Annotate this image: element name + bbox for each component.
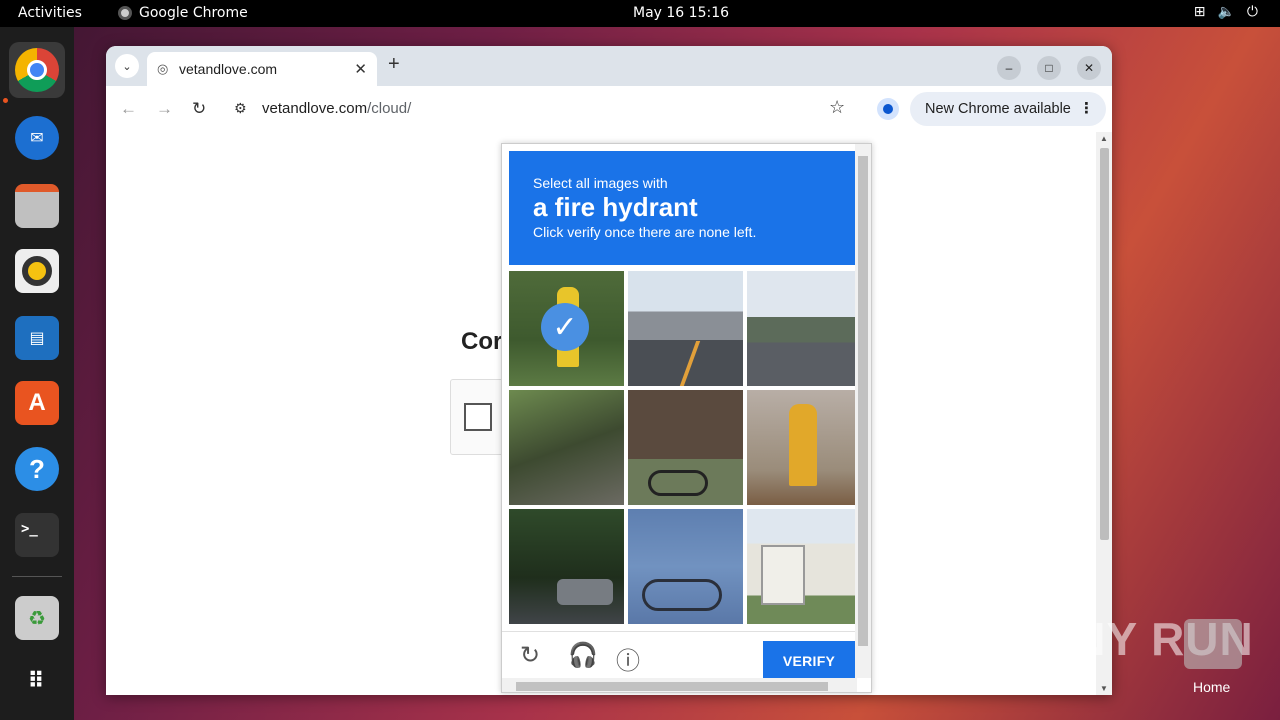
dock-app-grid[interactable]: ⠿ [9, 653, 65, 709]
dock-thunderbird[interactable]: ✉ [9, 110, 65, 166]
globe-icon: ◎ [157, 61, 169, 76]
dock-trash[interactable]: ♻ [9, 590, 65, 646]
system-tray[interactable]: ⊞ 🔈 ⏻ [1194, 4, 1258, 20]
clock[interactable]: May 16 15:16 [633, 5, 729, 21]
running-indicator [3, 98, 8, 103]
trash-icon: ♻ [15, 596, 59, 640]
scroll-down-icon[interactable]: ▼ [1100, 684, 1108, 693]
thunderbird-icon: ✉ [15, 116, 59, 160]
tab-strip: ⌄ ◎ vetandlove.com ✕ + – □ ✕ [106, 46, 1112, 86]
minimize-button[interactable]: – [997, 56, 1021, 80]
captcha-tile[interactable] [509, 390, 624, 505]
reload-icon[interactable]: ↻ [192, 99, 206, 119]
files-icon [15, 184, 59, 228]
update-label: New Chrome available [925, 101, 1071, 117]
scroll-thumb[interactable] [1100, 148, 1109, 540]
info-icon[interactable]: ⓘ [616, 641, 640, 676]
forward-icon[interactable]: → [156, 99, 173, 119]
audio-challenge-icon[interactable]: 🎧 [568, 641, 598, 670]
tab-title: vetandlove.com [179, 61, 278, 77]
home-folder-icon[interactable] [1184, 619, 1242, 669]
page-heading: Cor [461, 328, 503, 355]
captcha-prompt: Select all images with a fire hydrant Cl… [509, 151, 855, 265]
chrome-icon [15, 48, 59, 92]
checkmark-icon: ✓ [541, 303, 589, 351]
bookmark-star-icon[interactable]: ☆ [829, 97, 845, 118]
refresh-icon[interactable]: ↻ [520, 641, 540, 670]
app-name: Google Chrome [139, 5, 248, 21]
tab-close-icon[interactable]: ✕ [354, 60, 367, 78]
tab-vetandlove[interactable]: ◎ vetandlove.com ✕ [147, 52, 377, 86]
url-host: vetandlove.com [262, 100, 368, 117]
maximize-button[interactable]: □ [1037, 56, 1061, 80]
captcha-vertical-scrollbar[interactable] [855, 144, 871, 678]
url-path: /cloud/ [367, 100, 412, 117]
dock-files[interactable] [9, 178, 65, 234]
back-icon[interactable]: ← [120, 99, 137, 119]
libreoffice-writer-icon: ▤ [15, 316, 59, 360]
captcha-horizontal-scrollbar[interactable] [502, 678, 857, 692]
top-bar: Activities Google Chrome May 16 15:16 ⊞ … [0, 0, 1280, 27]
dock-terminal[interactable]: >_ [9, 507, 65, 563]
captcha-tile[interactable] [628, 271, 743, 386]
dock-separator [12, 576, 62, 577]
captcha-tile[interactable] [747, 271, 862, 386]
dock-app-center[interactable]: A [9, 375, 65, 431]
power-icon[interactable]: ⏻ [1247, 4, 1258, 20]
site-info-icon[interactable]: ⚙ [234, 100, 247, 117]
help-icon: ? [15, 447, 59, 491]
rhythmbox-icon [15, 249, 59, 293]
dock-chrome[interactable] [9, 42, 65, 98]
dock: ✉ ▤ A ? >_ ♻ ⠿ [0, 27, 74, 720]
volume-icon[interactable]: 🔈 [1217, 4, 1234, 20]
dock-rhythmbox[interactable] [9, 243, 65, 299]
captcha-scroll-thumb[interactable] [858, 156, 868, 646]
captcha-tile[interactable] [628, 390, 743, 505]
chrome-small-icon [118, 6, 132, 20]
captcha-tile[interactable] [628, 509, 743, 624]
page-scrollbar[interactable]: ▲ ▼ [1096, 132, 1112, 695]
profile-avatar[interactable] [877, 98, 899, 120]
prompt-line1: Select all images with [533, 175, 668, 191]
toolbar: ← → ↻ ⚙ vetandlove.com/cloud/ ☆ New Chro… [106, 86, 1112, 132]
verify-button[interactable]: VERIFY [763, 641, 855, 681]
captcha-hscroll-thumb[interactable] [516, 682, 828, 691]
captcha-popup: Select all images with a fire hydrant Cl… [501, 143, 872, 693]
new-tab-button[interactable]: + [388, 53, 400, 76]
home-label: Home [1193, 679, 1231, 695]
terminal-icon: >_ [15, 513, 59, 557]
menu-kebab-icon[interactable]: ⋮ [1079, 99, 1094, 117]
update-chrome-button[interactable]: New Chrome available ⋮ [910, 92, 1106, 126]
prompt-instruction: Click verify once there are none left. [533, 224, 757, 240]
captcha-tile[interactable] [747, 390, 862, 505]
prompt-target: a fire hydrant [533, 192, 698, 222]
address-bar[interactable]: vetandlove.com/cloud/ [262, 100, 411, 117]
captcha-tile[interactable] [509, 509, 624, 624]
dock-writer[interactable]: ▤ [9, 310, 65, 366]
captcha-tile[interactable] [747, 509, 862, 624]
dock-help[interactable]: ? [9, 441, 65, 497]
app-center-icon: A [15, 381, 59, 425]
network-icon[interactable]: ⊞ [1194, 4, 1206, 20]
app-menu[interactable]: Google Chrome [118, 5, 248, 21]
app-grid-icon: ⠿ [27, 668, 47, 693]
tab-search-button[interactable]: ⌄ [115, 54, 139, 78]
scroll-up-icon[interactable]: ▲ [1100, 134, 1108, 143]
captcha-tile[interactable]: ✓ [509, 271, 624, 386]
challenge-checkbox[interactable] [464, 403, 492, 431]
activities-button[interactable]: Activities [18, 5, 82, 21]
close-window-button[interactable]: ✕ [1077, 56, 1101, 80]
